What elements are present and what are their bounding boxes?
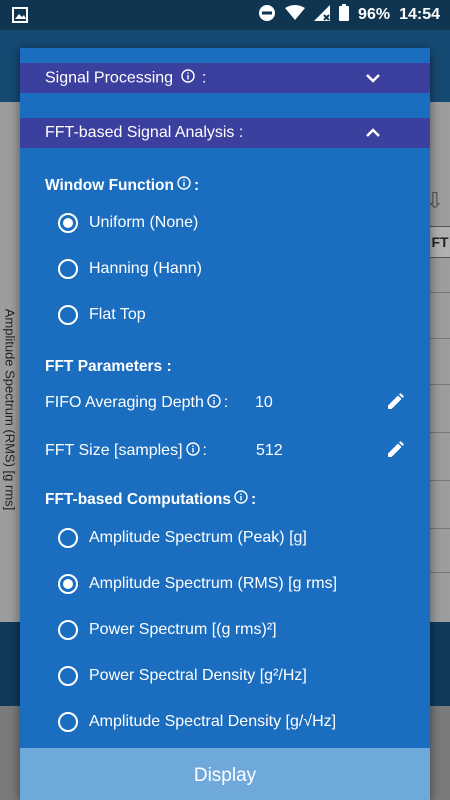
- radio-button[interactable]: [58, 213, 78, 233]
- section-title: FFT-based Signal Analysis :: [45, 124, 244, 141]
- radio-button[interactable]: [58, 259, 78, 279]
- computation-option-amplitude-peak[interactable]: Amplitude Spectrum (Peak) [g]: [58, 523, 307, 553]
- window-option-flat-top[interactable]: Flat Top: [58, 300, 146, 330]
- radio-button[interactable]: [58, 305, 78, 325]
- fft-analysis-header[interactable]: FFT-based Signal Analysis :: [20, 118, 430, 148]
- status-bar: 96% 14:54: [0, 0, 450, 30]
- section-title: Signal Processing: [45, 69, 174, 87]
- info-icon[interactable]: [180, 68, 195, 88]
- window-option-uniform[interactable]: Uniform (None): [58, 208, 198, 238]
- radio-button[interactable]: [58, 574, 78, 594]
- computation-option-amplitude-rms[interactable]: Amplitude Spectrum (RMS) [g rms]: [58, 569, 337, 599]
- signal-icon: [314, 4, 331, 26]
- signal-processing-header[interactable]: Signal Processing :: [20, 63, 430, 93]
- window-function-heading: Window Function :: [45, 176, 200, 195]
- battery-icon: [339, 4, 350, 26]
- gridline: [430, 384, 450, 385]
- computation-option-asd[interactable]: Amplitude Spectral Density [g/√Hz]: [58, 707, 336, 737]
- gridline: [430, 338, 450, 339]
- chevron-up-icon[interactable]: [364, 124, 382, 147]
- computation-option-psd[interactable]: Power Spectral Density [g²/Hz]: [58, 661, 307, 691]
- computations-heading: FFT-based Computations :: [45, 490, 257, 509]
- info-icon[interactable]: [177, 176, 191, 195]
- info-icon[interactable]: [207, 393, 221, 413]
- fft-size-label: FFT Size [samples]: [45, 442, 183, 459]
- fft-size-row: FFT Size [samples] : 512: [45, 436, 405, 466]
- section-suffix: :: [201, 69, 207, 87]
- fifo-value: 10: [255, 394, 273, 411]
- info-icon[interactable]: [234, 490, 248, 509]
- fifo-label: FIFO Averaging Depth: [45, 394, 204, 411]
- y-axis-label: Amplitude Spectrum (RMS) [g rms]: [2, 308, 18, 511]
- radio-button[interactable]: [58, 712, 78, 732]
- radio-button[interactable]: [58, 666, 78, 686]
- fft-settings-dialog: Signal Processing : FFT-based Signal Ana…: [20, 48, 430, 800]
- computation-option-power-spectrum[interactable]: Power Spectrum [(g rms)²]: [58, 615, 277, 645]
- gridline: [430, 292, 450, 293]
- gridline: [430, 572, 450, 573]
- display-button[interactable]: Display: [20, 748, 430, 800]
- battery-percent: 96%: [358, 6, 391, 23]
- gridline: [430, 480, 450, 481]
- fifo-averaging-row: FIFO Averaging Depth : 10: [45, 388, 405, 418]
- clock: 14:54: [399, 6, 440, 23]
- fft-size-value: 512: [256, 442, 283, 459]
- info-icon[interactable]: [185, 441, 200, 461]
- chevron-down-icon[interactable]: [364, 69, 382, 92]
- window-option-hanning[interactable]: Hanning (Hann): [58, 254, 202, 284]
- radio-button[interactable]: [58, 620, 78, 640]
- radio-button[interactable]: [58, 528, 78, 548]
- edit-pencil-icon[interactable]: [385, 392, 405, 417]
- gallery-icon: [12, 7, 28, 28]
- wifi-icon: [285, 4, 306, 26]
- do-not-disturb-icon: [258, 4, 276, 27]
- gridline: [430, 528, 450, 529]
- gridline: [430, 432, 450, 433]
- edit-pencil-icon[interactable]: [385, 440, 405, 465]
- fft-parameters-heading: FFT Parameters :: [45, 358, 172, 375]
